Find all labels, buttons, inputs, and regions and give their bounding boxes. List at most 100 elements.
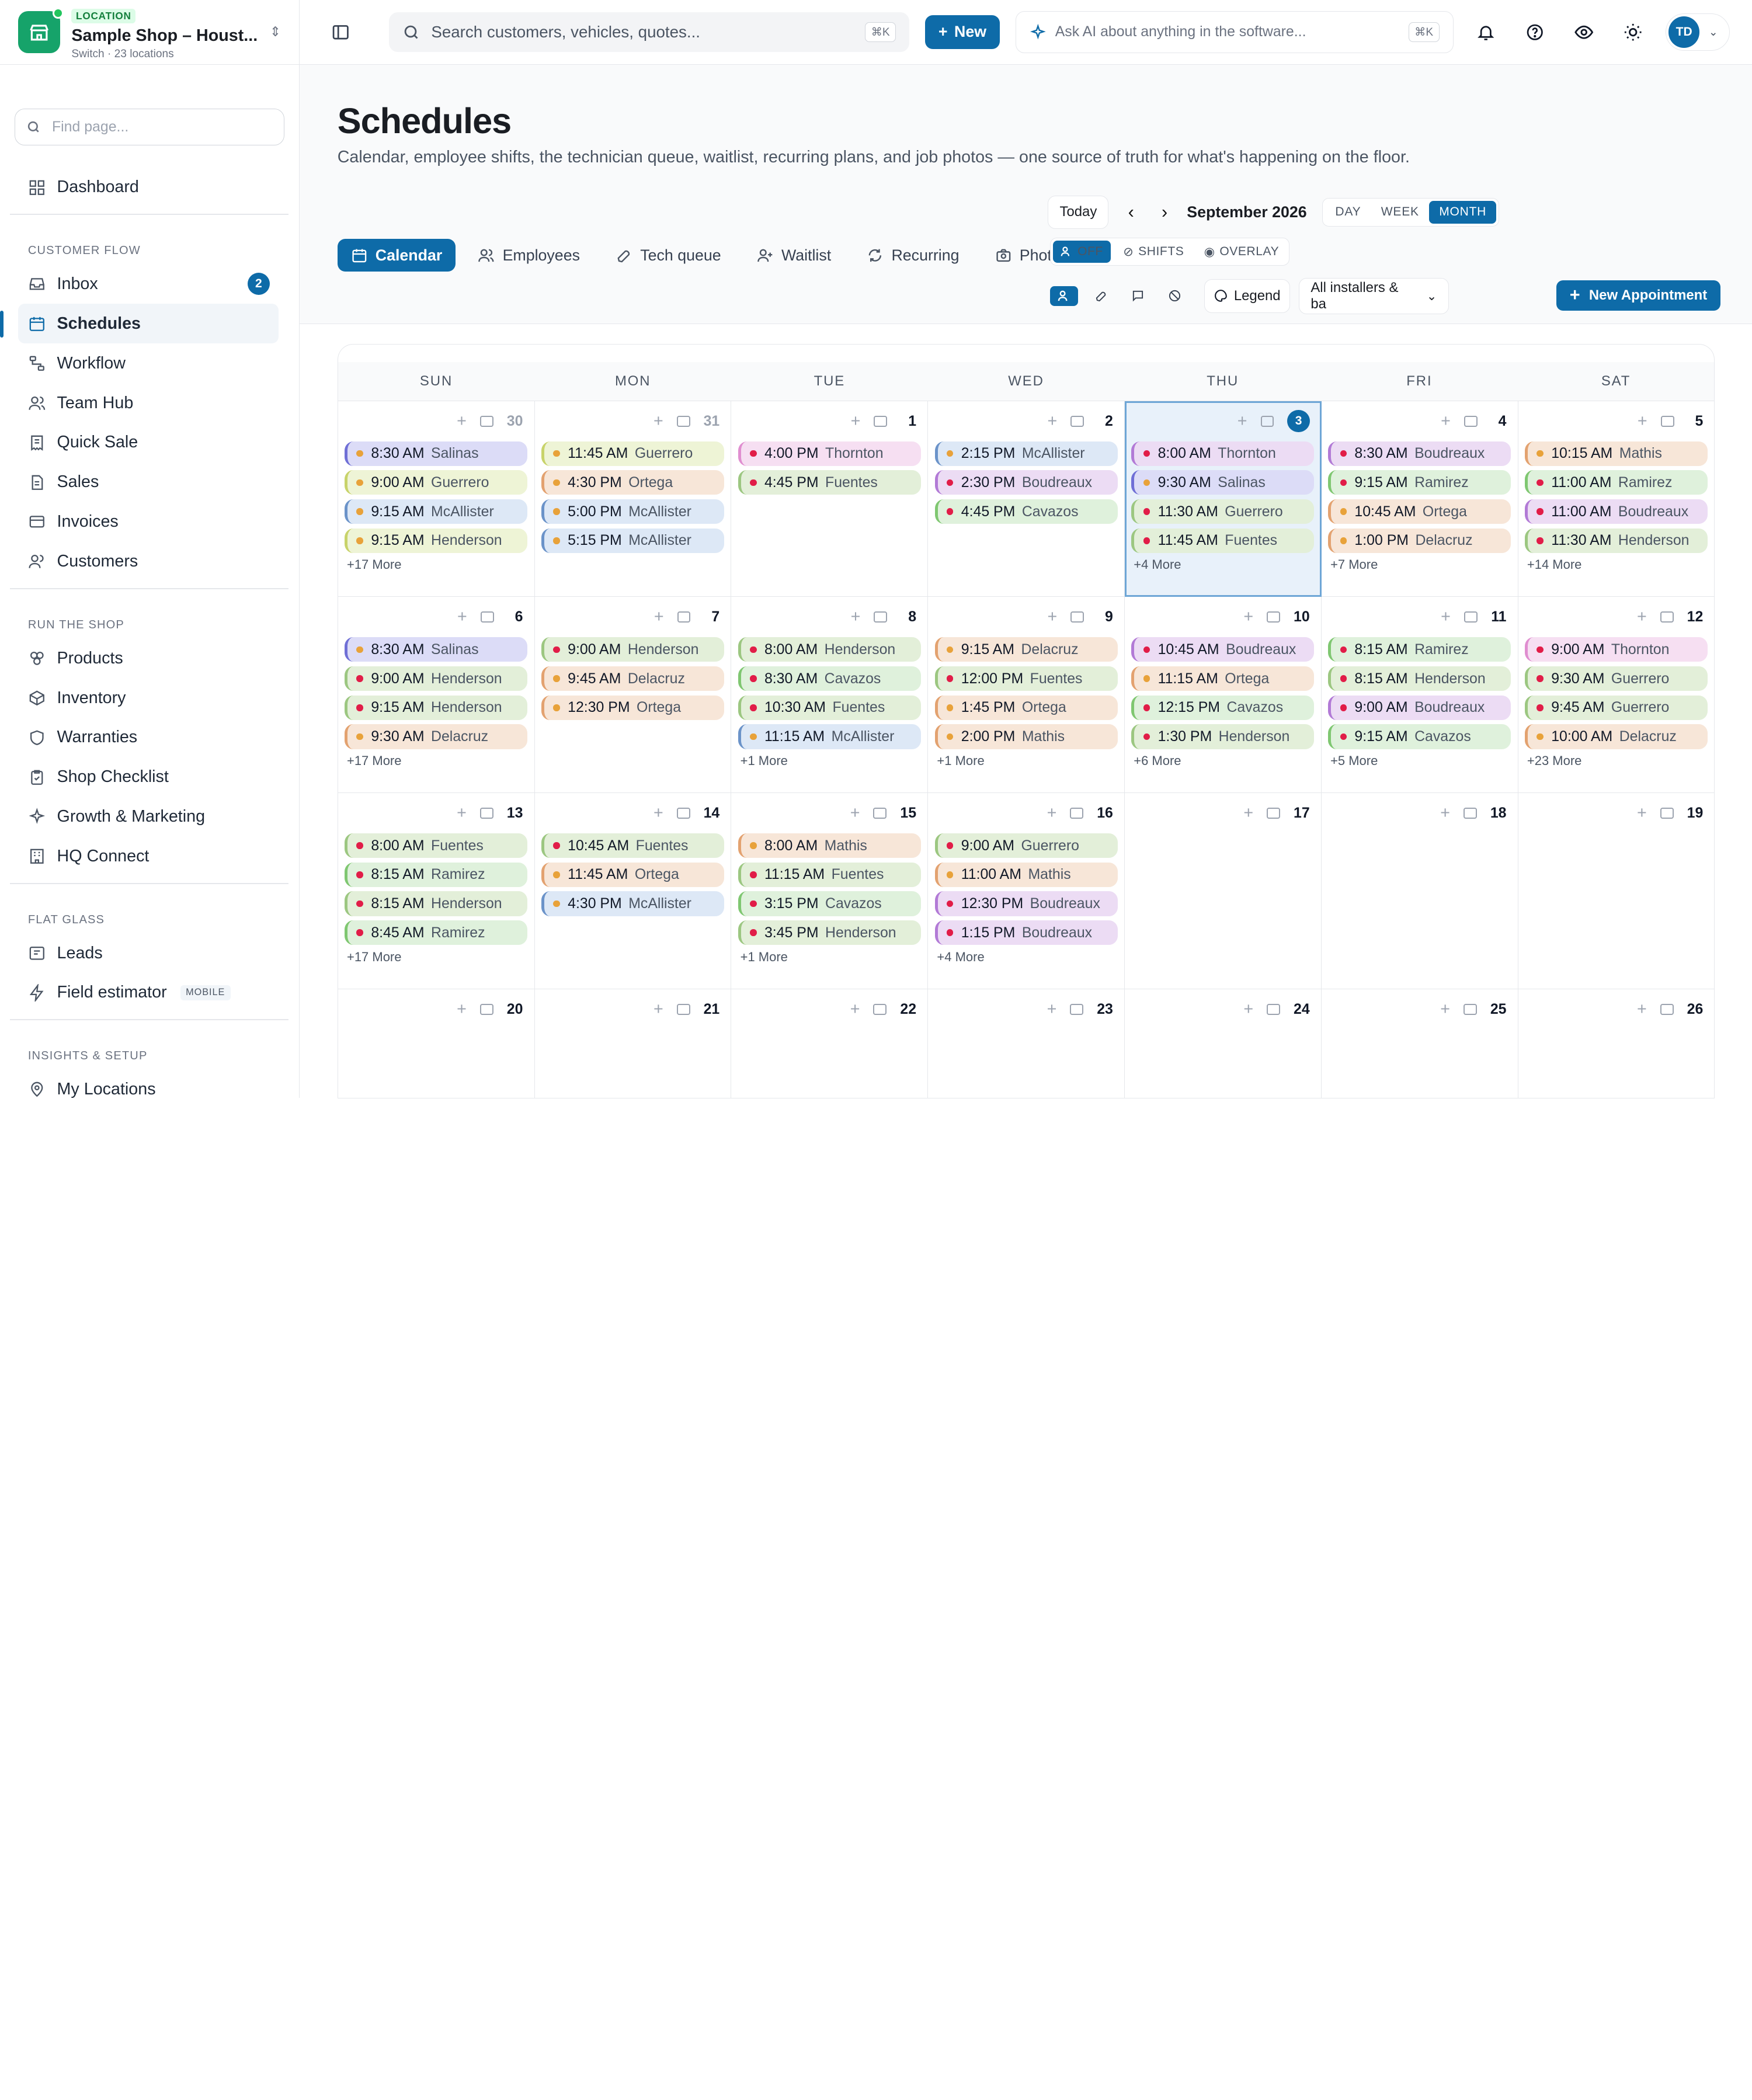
- add-appointment-icon[interactable]: +: [1440, 804, 1450, 823]
- tab-calendar[interactable]: Calendar: [337, 239, 456, 272]
- appointment-chip[interactable]: 12:15 PM Cavazos: [1131, 695, 1315, 720]
- more-appointments-link[interactable]: +23 More: [1525, 753, 1708, 769]
- day-cell[interactable]: +15 8:00 AM Mathis 11:15 AM Fuentes 3:15 PM Ca…: [731, 793, 929, 989]
- day-cell[interactable]: +22: [731, 989, 929, 1099]
- day-cell[interactable]: +31 11:45 AM Guerrero 4:30 PM Ortega 5:00 PM M…: [534, 401, 732, 597]
- appointment-chip[interactable]: 9:00 AM Guerrero: [934, 833, 1118, 858]
- day-cell[interactable]: +18: [1321, 793, 1518, 989]
- appointment-chip[interactable]: 12:30 PM Ortega: [541, 695, 724, 720]
- appointment-chip[interactable]: 5:15 PM McAllister: [541, 528, 724, 553]
- calendar-day-icon[interactable]: [1070, 611, 1084, 623]
- more-appointments-link[interactable]: +14 More: [1525, 557, 1708, 572]
- calendar-day-icon[interactable]: [874, 415, 888, 427]
- calendar-day-icon[interactable]: [873, 1003, 887, 1015]
- today-button[interactable]: Today: [1048, 195, 1109, 230]
- day-cell[interactable]: +4 8:30 AM Boudreaux 9:15 AM Ramirez 10:45 AM…: [1321, 401, 1518, 597]
- appointment-chip[interactable]: 8:00 AM Thornton: [1131, 441, 1315, 466]
- appointment-chip[interactable]: 9:30 AM Delacruz: [345, 724, 528, 749]
- find-page-input[interactable]: Find page...: [14, 108, 284, 145]
- add-appointment-icon[interactable]: +: [1637, 1000, 1647, 1019]
- appointment-chip[interactable]: 9:45 AM Guerrero: [1525, 695, 1708, 720]
- appointment-chip[interactable]: 11:30 AM Henderson: [1525, 528, 1708, 553]
- add-appointment-icon[interactable]: +: [1047, 607, 1057, 627]
- add-appointment-icon[interactable]: +: [1637, 804, 1647, 823]
- calendar-day-icon[interactable]: [874, 611, 888, 623]
- appointment-chip[interactable]: 4:45 PM Fuentes: [738, 470, 921, 495]
- calendar-day-icon[interactable]: [1267, 808, 1281, 819]
- sidebar-item-schedules[interactable]: Schedules: [0, 304, 279, 344]
- new-appointment-button[interactable]: + New Appointment: [1556, 280, 1721, 311]
- add-appointment-icon[interactable]: +: [1243, 607, 1253, 627]
- more-appointments-link[interactable]: +17 More: [345, 950, 527, 965]
- sidebar-toggle-icon[interactable]: [324, 15, 357, 48]
- add-appointment-icon[interactable]: +: [457, 804, 467, 823]
- more-appointments-link[interactable]: +1 More: [738, 753, 921, 769]
- appointment-chip[interactable]: 8:30 AM Salinas: [345, 637, 528, 662]
- day-cell[interactable]: +16 9:00 AM Guerrero 11:00 AM Mathis 12:30 PM…: [928, 793, 1125, 989]
- calendar-day-icon[interactable]: [479, 1003, 493, 1015]
- sidebar-item-customers[interactable]: Customers: [0, 542, 299, 582]
- appointment-chip[interactable]: 10:45 AM Boudreaux: [1131, 637, 1315, 662]
- calendar-day-icon[interactable]: [1660, 808, 1674, 819]
- mode-shifts[interactable]: ⊘ SHIFTS: [1115, 241, 1192, 262]
- calendar-day-icon[interactable]: [676, 415, 690, 427]
- sidebar-item-sales[interactable]: Sales: [0, 463, 299, 502]
- tab-tech-queue[interactable]: Tech queue: [602, 239, 734, 271]
- appointment-chip[interactable]: 11:00 AM Boudreaux: [1525, 499, 1708, 524]
- add-appointment-icon[interactable]: +: [850, 804, 860, 823]
- day-cell[interactable]: +23: [928, 989, 1125, 1099]
- appointment-chip[interactable]: 8:15 AM Ramirez: [345, 862, 528, 887]
- view-week[interactable]: WEEK: [1371, 201, 1429, 224]
- sidebar-item-leads[interactable]: Leads: [0, 933, 299, 973]
- appointment-chip[interactable]: 8:00 AM Mathis: [738, 833, 921, 858]
- calendar-day-icon[interactable]: [873, 808, 887, 819]
- day-cell[interactable]: +1 4:00 PM Thornton 4:45 PM Fuentes: [731, 401, 929, 597]
- add-appointment-icon[interactable]: +: [1243, 804, 1253, 823]
- appointment-chip[interactable]: 11:45 AM Guerrero: [541, 441, 724, 466]
- day-cell[interactable]: +17: [1124, 793, 1322, 989]
- appointment-chip[interactable]: 9:00 AM Guerrero: [345, 470, 528, 495]
- calendar-day-icon[interactable]: [1070, 415, 1084, 427]
- calendar-day-icon[interactable]: [677, 611, 691, 623]
- more-appointments-link[interactable]: +1 More: [738, 950, 921, 965]
- day-cell[interactable]: +11 8:15 AM Ramirez 8:15 AM Henderson 9:00 AM…: [1321, 597, 1518, 794]
- sidebar-item-products[interactable]: Products: [0, 638, 299, 678]
- appointment-chip[interactable]: 9:00 AM Thornton: [1525, 637, 1708, 662]
- add-appointment-icon[interactable]: +: [653, 804, 663, 823]
- add-appointment-icon[interactable]: +: [851, 412, 861, 431]
- appointment-chip[interactable]: 8:30 AM Boudreaux: [1328, 441, 1511, 466]
- appointment-chip[interactable]: 9:30 AM Guerrero: [1525, 666, 1708, 691]
- appointment-chip[interactable]: 10:30 AM Fuentes: [738, 695, 921, 720]
- more-appointments-link[interactable]: +5 More: [1328, 753, 1511, 769]
- add-appointment-icon[interactable]: +: [1637, 607, 1647, 627]
- day-cell[interactable]: +21: [534, 989, 732, 1099]
- appointment-chip[interactable]: 8:00 AM Henderson: [738, 637, 921, 662]
- calendar-day-icon[interactable]: [676, 1003, 690, 1015]
- appointment-chip[interactable]: 8:15 AM Ramirez: [1328, 637, 1511, 662]
- mode-off[interactable]: OFF: [1053, 241, 1111, 263]
- calendar-day-icon[interactable]: [1070, 1003, 1084, 1015]
- add-appointment-icon[interactable]: +: [1237, 412, 1247, 431]
- day-cell[interactable]: +2 2:15 PM McAllister 2:30 PM Boudreaux 4:45 …: [928, 401, 1125, 597]
- eye-icon[interactable]: [1567, 15, 1601, 48]
- appointment-chip[interactable]: 9:15 AM Ramirez: [1328, 470, 1511, 495]
- sidebar-item-hq-connect[interactable]: HQ Connect: [0, 837, 299, 877]
- appointment-chip[interactable]: 8:30 AM Salinas: [345, 441, 528, 466]
- bell-icon[interactable]: [1469, 15, 1502, 48]
- calendar-day-icon[interactable]: [1660, 415, 1674, 427]
- calendar-day-icon[interactable]: [1464, 611, 1478, 623]
- filter-wrench-icon[interactable]: [1087, 286, 1115, 306]
- add-appointment-icon[interactable]: +: [1638, 412, 1647, 431]
- add-appointment-icon[interactable]: +: [1047, 804, 1057, 823]
- tab-waitlist[interactable]: Waitlist: [743, 239, 844, 271]
- appointment-chip[interactable]: 4:00 PM Thornton: [738, 441, 921, 466]
- more-appointments-link[interactable]: +17 More: [345, 557, 527, 572]
- appointment-chip[interactable]: 3:15 PM Cavazos: [738, 891, 921, 916]
- sidebar-item-invoices[interactable]: Invoices: [0, 502, 299, 542]
- tab-recurring[interactable]: Recurring: [853, 239, 972, 271]
- appointment-chip[interactable]: 11:15 AM McAllister: [738, 724, 921, 749]
- calendar-day-icon[interactable]: [1464, 415, 1478, 427]
- add-appointment-icon[interactable]: +: [851, 607, 861, 627]
- calendar-day-icon[interactable]: [1267, 611, 1281, 623]
- filter-message-icon[interactable]: [1124, 286, 1152, 306]
